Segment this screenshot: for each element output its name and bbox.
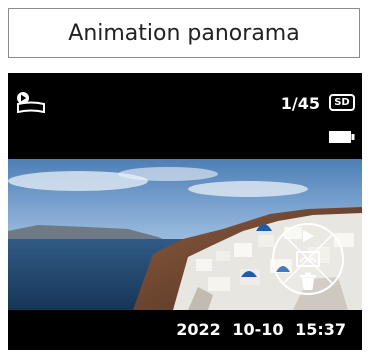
- image-counter: 1/45: [280, 94, 320, 113]
- sd-card-label: SD: [334, 97, 350, 108]
- sd-card-icon: SD: [329, 94, 355, 111]
- status-bar: 1/45 SD: [8, 73, 362, 169]
- page-title: Animation panorama: [8, 8, 360, 58]
- camera-playback-screen: 1/45 SD 2022 10-10 15:37: [8, 73, 362, 350]
- playback-control-dial[interactable]: [270, 221, 346, 297]
- animation-panorama-icon: [17, 92, 45, 113]
- capture-datetime: 2022 10-10 15:37: [176, 320, 346, 339]
- page-title-text: Animation panorama: [68, 20, 300, 46]
- battery-icon: [329, 131, 355, 143]
- info-bar: 2022 10-10 15:37: [8, 310, 362, 350]
